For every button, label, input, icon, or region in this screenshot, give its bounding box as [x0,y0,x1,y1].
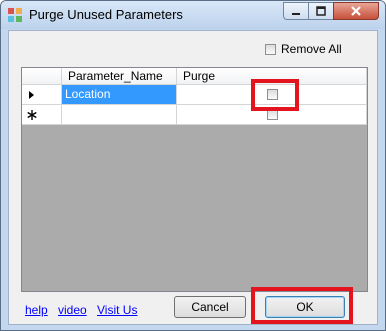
grid-corner-header[interactable] [22,68,62,85]
remove-all-checkbox[interactable] [265,43,276,55]
cell-parameter-name[interactable]: Location [62,85,177,105]
purge-checkbox-highlight [251,79,299,111]
purge-dialog-window: Purge Unused Parameters Remove All Param… [0,0,386,331]
parameters-grid[interactable]: Parameter_Name Purge Location [21,67,368,292]
minimize-icon [292,13,300,15]
remove-all-option[interactable]: Remove All [265,42,342,56]
current-row-arrow-icon [29,91,34,99]
close-icon [351,6,361,16]
maximize-icon [316,6,326,16]
maximize-button[interactable] [308,2,334,20]
title-bar[interactable]: Purge Unused Parameters [1,1,385,29]
column-header-parameter-name[interactable]: Parameter_Name [62,68,177,85]
cell-parameter-name-new[interactable] [62,105,177,125]
window-title: Purge Unused Parameters [29,7,183,22]
app-icon [8,8,22,22]
row-header-current[interactable] [22,85,62,105]
new-row-asterisk-icon [27,110,37,120]
remove-all-label: Remove All [281,42,342,56]
close-button[interactable] [333,2,379,20]
visit-us-link[interactable]: Visit Us [97,303,137,317]
help-link[interactable]: help [25,303,48,317]
row-header-new[interactable] [22,105,62,125]
minimize-button[interactable] [283,2,309,20]
video-link[interactable]: video [58,303,87,317]
ok-button-highlight [251,287,353,324]
dialog-body: Remove All Parameter_Name Purge Location… [8,30,378,325]
cancel-button[interactable]: Cancel [174,296,246,318]
